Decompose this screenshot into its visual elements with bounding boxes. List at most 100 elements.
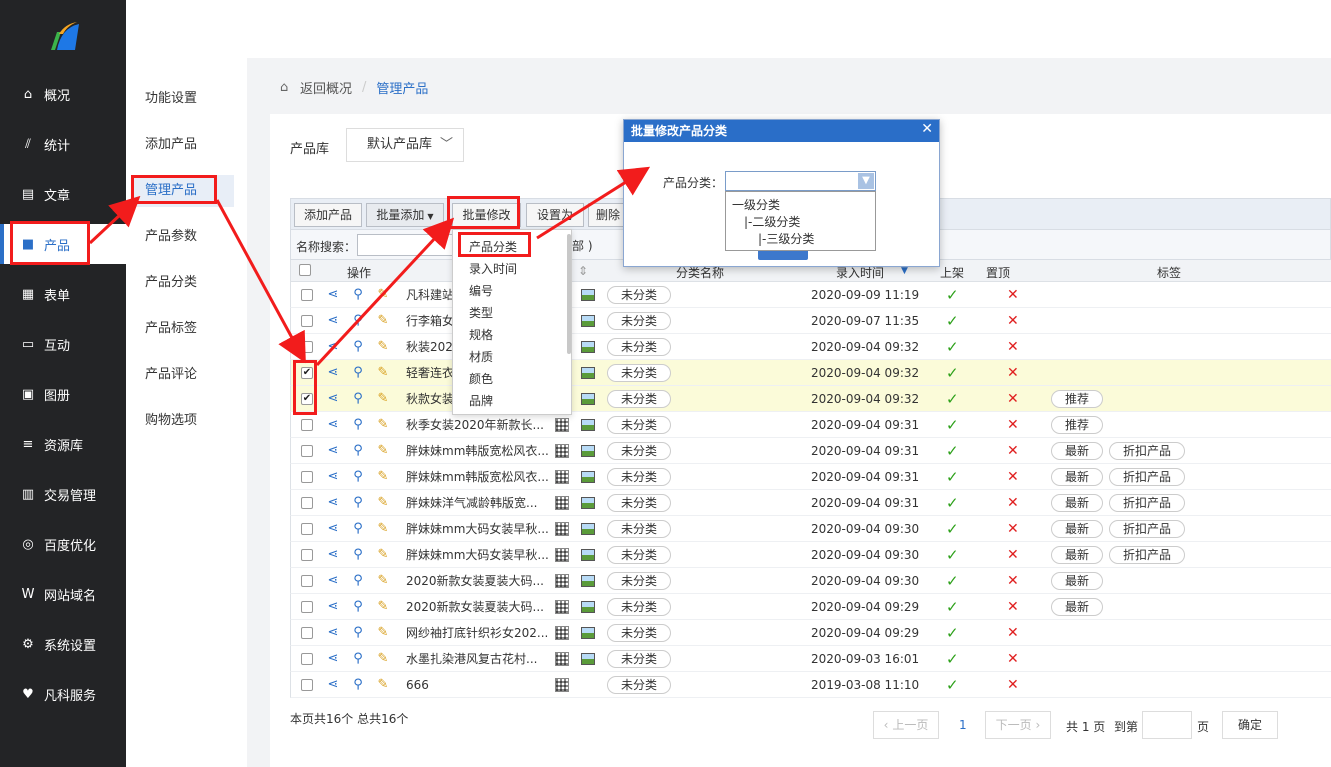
goto-page-input[interactable] bbox=[1142, 711, 1192, 739]
check-icon[interactable]: ✓ bbox=[946, 516, 959, 542]
library-select[interactable]: 默认产品库 ﹀ bbox=[346, 128, 464, 162]
dropdown-scrollbar[interactable] bbox=[567, 234, 571, 354]
check-icon[interactable]: ✓ bbox=[946, 464, 959, 490]
category-option[interactable]: |-三级分类 bbox=[758, 230, 814, 247]
row-checkbox[interactable]: ✔ bbox=[301, 367, 313, 379]
table-row[interactable]: ⋖ ⚲ ✎ 胖妹妹洋气减龄韩版宽... 未分类 2020-09-04 09:31 ✓ ✕ 最新折… bbox=[290, 490, 1331, 516]
category-pill[interactable]: 未分类 bbox=[607, 468, 671, 486]
qrcode-icon[interactable] bbox=[555, 548, 569, 562]
share-icon[interactable]: ⋖ bbox=[326, 340, 340, 354]
tag-pill[interactable]: 最新 bbox=[1051, 494, 1103, 512]
dropdown-item[interactable]: 产品分类 bbox=[469, 238, 517, 255]
prev-page-button[interactable]: ‹ 上一页 bbox=[873, 711, 939, 739]
dropdown-item[interactable]: 录入时间 bbox=[469, 260, 517, 277]
edit-icon[interactable]: ✎ bbox=[376, 470, 390, 484]
nav-item-11[interactable]: W 网站域名 bbox=[0, 574, 126, 614]
edit-icon[interactable]: ✎ bbox=[376, 678, 390, 692]
cross-icon[interactable]: ✕ bbox=[1007, 620, 1019, 646]
product-name[interactable]: 胖妹妹洋气减龄韩版宽... bbox=[406, 490, 556, 516]
cross-icon[interactable]: ✕ bbox=[1007, 308, 1019, 334]
share-icon[interactable]: ⋖ bbox=[326, 522, 340, 536]
cross-icon[interactable]: ✕ bbox=[1007, 516, 1019, 542]
share-icon[interactable]: ⋖ bbox=[326, 600, 340, 614]
check-icon[interactable]: ✓ bbox=[946, 594, 959, 620]
nav-item-13[interactable]: ♥ 凡科服务 bbox=[0, 674, 126, 714]
edit-icon[interactable]: ✎ bbox=[376, 366, 390, 380]
qrcode-icon[interactable] bbox=[555, 626, 569, 640]
row-checkbox[interactable] bbox=[301, 523, 313, 535]
batch-edit-button[interactable]: 批量修改 bbox=[452, 203, 521, 227]
share-icon[interactable]: ⋖ bbox=[326, 574, 340, 588]
subnav-item[interactable]: 产品分类 bbox=[131, 267, 234, 299]
tag-pill[interactable]: 折扣产品 bbox=[1109, 442, 1185, 460]
header-on-shelf[interactable]: 上架 bbox=[940, 264, 964, 281]
search-icon[interactable]: ⚲ bbox=[351, 522, 365, 536]
row-checkbox[interactable] bbox=[301, 419, 313, 431]
nav-item-6[interactable]: ▭ 互动 bbox=[0, 324, 126, 364]
tag-pill[interactable]: 推荐 bbox=[1051, 390, 1103, 408]
edit-icon[interactable]: ✎ bbox=[376, 340, 390, 354]
product-name[interactable]: 胖妹妹mm韩版宽松风衣... bbox=[406, 438, 556, 464]
nav-item-12[interactable]: ⚙ 系统设置 bbox=[0, 624, 126, 664]
search-icon[interactable]: ⚲ bbox=[351, 548, 365, 562]
search-icon[interactable]: ⚲ bbox=[351, 496, 365, 510]
qrcode-icon[interactable] bbox=[555, 418, 569, 432]
category-pill[interactable]: 未分类 bbox=[607, 494, 671, 512]
table-row[interactable]: ⋖ ⚲ ✎ 666 未分类 2019-03-08 11:10 ✓ ✕ bbox=[290, 672, 1331, 698]
edit-icon[interactable]: ✎ bbox=[376, 548, 390, 562]
product-name[interactable]: 秋季女装2020年新款长... bbox=[406, 412, 556, 438]
sort-icon[interactable]: ⇕ bbox=[578, 264, 588, 278]
category-pill[interactable]: 未分类 bbox=[607, 520, 671, 538]
share-icon[interactable]: ⋖ bbox=[326, 444, 340, 458]
row-checkbox[interactable] bbox=[301, 497, 313, 509]
check-icon[interactable]: ✓ bbox=[946, 360, 959, 386]
nav-item-2[interactable]: ⫽ 统计 bbox=[0, 124, 126, 164]
category-select[interactable]: ▼ bbox=[725, 171, 876, 191]
nav-item-9[interactable]: ▥ 交易管理 bbox=[0, 474, 126, 514]
search-icon[interactable]: ⚲ bbox=[351, 418, 365, 432]
category-pill[interactable]: 未分类 bbox=[607, 546, 671, 564]
table-row[interactable]: ⋖ ⚲ ✎ 网纱袖打底针织衫女202... 未分类 2020-09-04 09:29 ✓ ✕ bbox=[290, 620, 1331, 646]
cross-icon[interactable]: ✕ bbox=[1007, 360, 1019, 386]
product-name[interactable]: 2020新款女装夏装大码... bbox=[406, 568, 556, 594]
table-row[interactable]: ⋖ ⚲ ✎ 秋季女装2020年新款长... 未分类 2020-09-04 09:31 ✓ ✕ 推… bbox=[290, 412, 1331, 438]
search-icon[interactable]: ⚲ bbox=[351, 652, 365, 666]
cross-icon[interactable]: ✕ bbox=[1007, 568, 1019, 594]
row-checkbox[interactable] bbox=[301, 575, 313, 587]
search-icon[interactable]: ⚲ bbox=[351, 444, 365, 458]
category-pill[interactable]: 未分类 bbox=[607, 676, 671, 694]
share-icon[interactable]: ⋖ bbox=[326, 652, 340, 666]
row-checkbox[interactable] bbox=[301, 471, 313, 483]
product-name[interactable]: 胖妹妹mm大码女装早秋... bbox=[406, 542, 556, 568]
nav-item-7[interactable]: ▣ 图册 bbox=[0, 374, 126, 414]
tag-pill[interactable]: 最新 bbox=[1051, 468, 1103, 486]
check-icon[interactable]: ✓ bbox=[946, 412, 959, 438]
qrcode-icon[interactable] bbox=[555, 470, 569, 484]
goto-confirm-button[interactable]: 确定 bbox=[1222, 711, 1278, 739]
category-pill[interactable]: 未分类 bbox=[607, 312, 671, 330]
qrcode-icon[interactable] bbox=[555, 496, 569, 510]
qrcode-icon[interactable] bbox=[555, 522, 569, 536]
home-icon[interactable]: ⌂ bbox=[280, 81, 294, 94]
category-pill[interactable]: 未分类 bbox=[607, 442, 671, 460]
category-pill[interactable]: 未分类 bbox=[607, 624, 671, 642]
table-row[interactable]: ⋖ ⚲ ✎ 凡科建站 未分类 2020-09-09 11:19 ✓ ✕ bbox=[290, 282, 1331, 308]
qrcode-icon[interactable] bbox=[555, 574, 569, 588]
check-icon[interactable]: ✓ bbox=[946, 438, 959, 464]
share-icon[interactable]: ⋖ bbox=[326, 548, 340, 562]
qrcode-icon[interactable] bbox=[555, 600, 569, 614]
edit-icon[interactable]: ✎ bbox=[376, 444, 390, 458]
category-pill[interactable]: 未分类 bbox=[607, 650, 671, 668]
edit-icon[interactable]: ✎ bbox=[376, 392, 390, 406]
row-checkbox[interactable] bbox=[301, 315, 313, 327]
table-row[interactable]: ⋖ ⚲ ✎ 水墨扎染港风复古花村... 未分类 2020-09-03 16:01 ✓ ✕ bbox=[290, 646, 1331, 672]
table-row[interactable]: ⋖ ⚲ ✎ 秋装2020 未分类 2020-09-04 09:32 ✓ ✕ bbox=[290, 334, 1331, 360]
dropdown-item[interactable]: 材质 bbox=[469, 348, 493, 365]
cross-icon[interactable]: ✕ bbox=[1007, 438, 1019, 464]
table-row[interactable]: ⋖ ⚲ ✎ 2020新款女装夏装大码... 未分类 2020-09-04 09:29 ✓ ✕ 最… bbox=[290, 594, 1331, 620]
share-icon[interactable]: ⋖ bbox=[326, 418, 340, 432]
tag-pill[interactable]: 推荐 bbox=[1051, 416, 1103, 434]
search-icon[interactable]: ⚲ bbox=[351, 574, 365, 588]
share-icon[interactable]: ⋖ bbox=[326, 496, 340, 510]
table-row[interactable]: ⋖ ⚲ ✎ 行李箱女 未分类 2020-09-07 11:35 ✓ ✕ bbox=[290, 308, 1331, 334]
